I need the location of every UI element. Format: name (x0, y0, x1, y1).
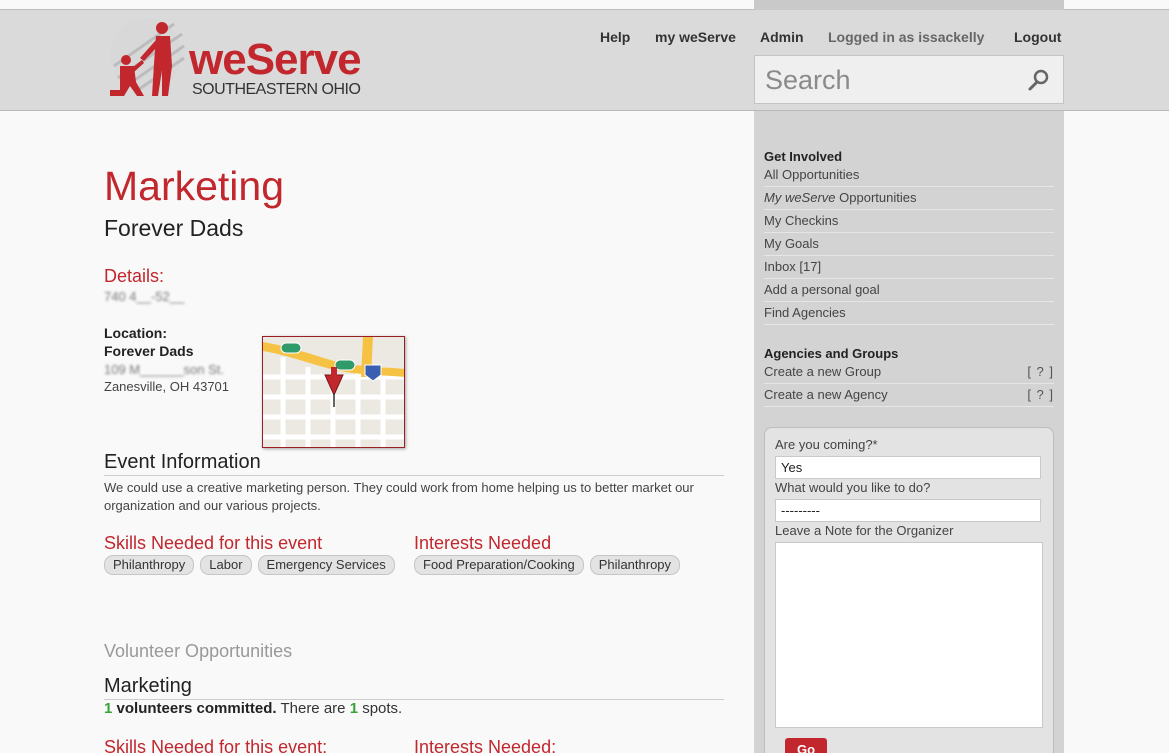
skill-tag[interactable]: Emergency Services (257, 555, 395, 575)
sidebar-item-create-agency[interactable]: Create a new Agency [ ? ] (764, 384, 1054, 407)
spots-label: spots. (362, 700, 403, 717)
logo-wordmark: weServe (189, 35, 362, 84)
my-weserve-italic: My weServe (764, 190, 836, 205)
agencies-heading: Agencies and Groups (764, 346, 899, 361)
sidebar-item-all-opportunities[interactable]: All Opportunities (764, 164, 1054, 187)
sidebar-item-label: Create a new Agency (764, 387, 888, 402)
page-title: Marketing (104, 163, 285, 209)
note-label: Leave a Note for the Organizer (775, 523, 954, 538)
sidebar-item-my-weserve-opportunities[interactable]: My weServe Opportunities (764, 187, 1054, 210)
go-button[interactable]: Go (785, 738, 827, 753)
interest-tag[interactable]: Philanthropy (589, 555, 681, 575)
main-content: Marketing Forever Dads Details: 740 4__-… (104, 111, 724, 753)
location-city: Zanesville, OH 43701 (104, 379, 230, 394)
volunteers-logo-icon (110, 18, 185, 96)
weserve-logo[interactable]: weServe SOUTHEASTERN OHIO (104, 16, 364, 98)
coming-label: Are you coming?* (775, 437, 878, 452)
skills-heading: Skills Needed for this event (104, 533, 323, 553)
skill-tag[interactable]: Labor (200, 555, 252, 575)
nav-help-link[interactable]: Help (600, 29, 630, 45)
todo-label: What would you like to do? (775, 480, 931, 495)
details-phone: 740 4__-52__ (104, 289, 185, 304)
committed-label: volunteers committed. (116, 700, 277, 717)
commitment-summary: 1 volunteers committed. There are 1 spot… (104, 701, 402, 716)
sidebar-item-add-goal[interactable]: Add a personal goal (764, 279, 1054, 302)
sidebar-item-find-agencies[interactable]: Find Agencies (764, 302, 1054, 325)
sidebar: Get Involved All Opportunities My weServ… (754, 111, 1064, 753)
skill-tag[interactable]: Philanthropy (104, 555, 195, 575)
interests-heading: Interests Needed (414, 533, 552, 553)
nav-logged-in-link[interactable]: Logged in as issackelly (828, 29, 984, 45)
organizer-note-textarea[interactable] (775, 542, 1043, 728)
volunteer-opportunities-heading: Volunteer Opportunities (104, 641, 293, 661)
sidebar-item-label: Create a new Group (764, 364, 882, 379)
sidebar-item-label: Opportunities (839, 190, 917, 205)
skills-tags: Philanthropy Labor Emergency Services (104, 555, 401, 575)
location-street: 109 M______son St. (104, 362, 224, 377)
sidebar-item-my-checkins[interactable]: My Checkins (764, 210, 1054, 233)
details-label: Details: (104, 266, 165, 286)
location-label: Location: (104, 325, 167, 341)
interest-tag[interactable]: Food Preparation/Cooking (414, 555, 584, 575)
opportunity-interests-heading: Interests Needed: (414, 737, 557, 753)
search-icon[interactable] (1027, 68, 1051, 92)
nav-my-weserve-link[interactable]: my weServe (655, 29, 736, 45)
search-box (754, 55, 1064, 104)
organization-name[interactable]: Forever Dads (104, 217, 243, 240)
nav-logout-link[interactable]: Logout (1014, 29, 1061, 45)
get-involved-heading: Get Involved (764, 149, 843, 164)
top-strip-sidebar (754, 0, 1064, 10)
sidebar-item-my-goals[interactable]: My Goals (764, 233, 1054, 256)
sidebar-item-inbox[interactable]: Inbox [17] (764, 256, 1054, 279)
top-nav: Help my weServe Admin Logged in as issac… (590, 29, 1070, 47)
todo-select[interactable]: --------- (775, 499, 1041, 522)
opportunity-title: Marketing (104, 676, 724, 700)
event-description: We could use a creative marketing person… (104, 480, 694, 513)
interests-tags: Food Preparation/Cooking Philanthropy (414, 555, 686, 575)
event-info-heading: Event Information (104, 452, 724, 476)
help-marker[interactable]: [ ? ] (1027, 387, 1054, 403)
nav-admin-link[interactable]: Admin (760, 29, 804, 45)
rsvp-form: Are you coming?* Yes What would you like… (764, 427, 1054, 753)
search-input[interactable] (765, 64, 1015, 96)
site-header: weServe SOUTHEASTERN OHIO Help my weServ… (0, 10, 1169, 111)
logo-region: SOUTHEASTERN OHIO (192, 81, 361, 98)
spots-count: 1 (349, 700, 359, 717)
location-map[interactable] (262, 336, 405, 448)
help-marker[interactable]: [ ? ] (1027, 364, 1054, 380)
committed-count: 1 (104, 700, 113, 717)
sidebar-item-create-group[interactable]: Create a new Group [ ? ] (764, 361, 1054, 384)
location-name: Forever Dads (104, 343, 194, 359)
map-thumbnail-icon (263, 337, 404, 447)
opportunity-skills-heading: Skills Needed for this event: (104, 737, 328, 753)
coming-select[interactable]: Yes (775, 456, 1041, 479)
there-are-text: There are (280, 700, 346, 717)
